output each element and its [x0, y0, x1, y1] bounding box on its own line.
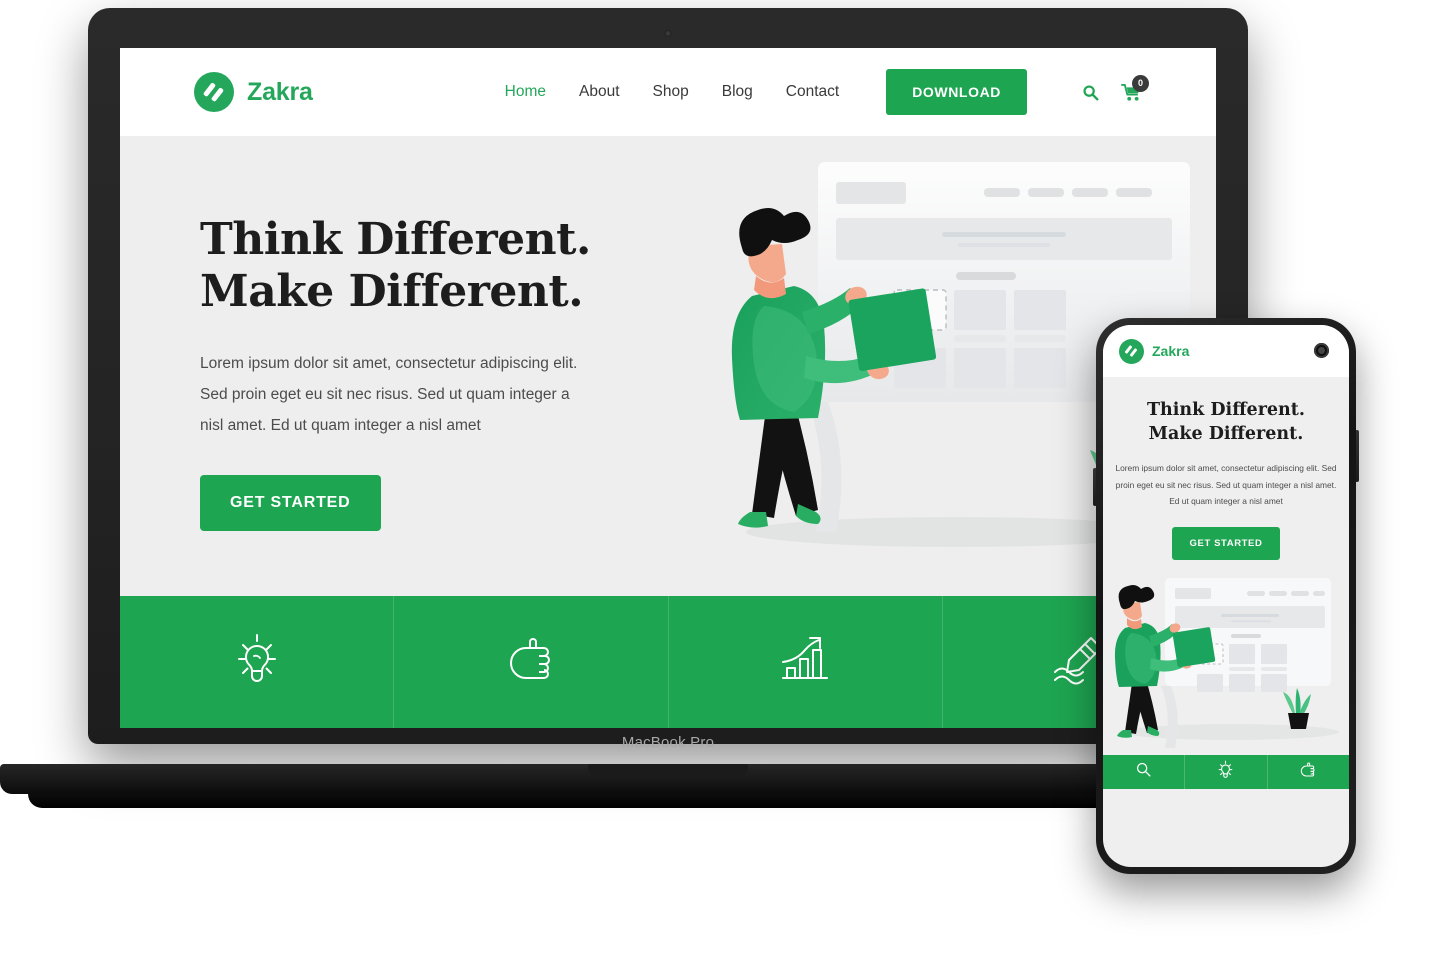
- feature-item-thumbs-up[interactable]: [394, 596, 669, 728]
- primary-nav: Home About Shop Blog Contact DOWNLOAD 0: [505, 69, 1149, 115]
- phone-body: Zakra Think Different. Make Different. L…: [1096, 318, 1356, 874]
- laptop-device: Zakra Home About Shop Blog Contact DOWNL…: [0, 8, 1336, 808]
- hero-paragraph: Lorem ipsum dolor sit amet, consectetur …: [200, 354, 578, 434]
- phone-hero-title-line1: Think Different.: [1147, 400, 1305, 420]
- mockup-stage: Zakra Home About Shop Blog Contact DOWNL…: [0, 0, 1440, 960]
- phone-hero: Think Different. Make Different. Lorem i…: [1103, 377, 1349, 561]
- phone-get-started-button[interactable]: GET STARTED: [1171, 527, 1281, 561]
- nav-link-home[interactable]: Home: [505, 83, 546, 101]
- hero-section: Think Different. Make Different. Lorem i…: [120, 136, 1216, 596]
- laptop-screen: Zakra Home About Shop Blog Contact DOWNL…: [120, 48, 1216, 728]
- feature-item-growth-chart[interactable]: [669, 596, 943, 728]
- brand-name: Zakra: [247, 77, 313, 106]
- laptop-lid: Zakra Home About Shop Blog Contact DOWNL…: [88, 8, 1248, 744]
- phone-navbar: Zakra: [1103, 325, 1349, 377]
- nav-link-blog[interactable]: Blog: [722, 83, 753, 101]
- phone-device: Zakra Think Different. Make Different. L…: [1093, 318, 1359, 874]
- phone-brand-name: Zakra: [1152, 343, 1190, 359]
- hero-title-line2: Make Different.: [200, 265, 584, 317]
- nav-link-shop[interactable]: Shop: [653, 83, 689, 101]
- nav-icon-group: 0: [1082, 74, 1149, 102]
- search-icon[interactable]: [1082, 84, 1099, 101]
- feature-item-lightbulb[interactable]: [120, 596, 395, 728]
- phone-hero-illustration: [1103, 560, 1349, 756]
- hero-title-line1: Think Different.: [200, 214, 591, 265]
- feature-icon-strip: [120, 596, 1216, 728]
- phone-camera-icon: [1314, 343, 1329, 358]
- thumbs-up-icon: [1299, 760, 1317, 785]
- laptop-base-notch: [588, 764, 748, 777]
- site-navbar: Zakra Home About Shop Blog Contact DOWNL…: [120, 48, 1216, 136]
- nav-link-contact[interactable]: Contact: [786, 83, 839, 101]
- laptop-camera-icon: [664, 30, 672, 37]
- phone-feature-lightbulb[interactable]: [1185, 755, 1268, 790]
- cart-count-badge: 0: [1132, 74, 1149, 92]
- lightbulb-icon: [1216, 760, 1235, 785]
- get-started-button[interactable]: GET STARTED: [200, 474, 381, 531]
- hero-copy: Think Different. Make Different. Lorem i…: [200, 214, 620, 531]
- phone-feature-search[interactable]: [1103, 755, 1186, 790]
- brand-logo[interactable]: Zakra: [194, 72, 313, 112]
- search-icon: [1135, 761, 1152, 783]
- phone-screen: Zakra Think Different. Make Different. L…: [1103, 325, 1349, 867]
- zakra-z-logo-icon: [194, 72, 234, 112]
- website-desktop: Zakra Home About Shop Blog Contact DOWNL…: [120, 48, 1216, 728]
- phone-hero-title: Think Different. Make Different.: [1115, 399, 1337, 446]
- nav-link-about[interactable]: About: [579, 83, 620, 101]
- hero-title: Think Different. Make Different.: [200, 214, 620, 318]
- zakra-z-logo-icon: [1119, 338, 1144, 364]
- download-button[interactable]: DOWNLOAD: [886, 69, 1027, 115]
- laptop-model-label: MacBook Pro: [621, 734, 715, 751]
- phone-hero-paragraph: Lorem ipsum dolor sit amet, consectetur …: [1115, 463, 1337, 507]
- phone-bottom-icon-bar: [1103, 755, 1349, 790]
- shopping-cart-icon[interactable]: 0: [1121, 74, 1149, 102]
- growth-chart-icon: [777, 632, 833, 693]
- lightbulb-icon: [230, 632, 284, 693]
- thumbs-up-icon: [504, 632, 558, 693]
- phone-hero-title-line2: Make Different.: [1148, 423, 1304, 444]
- phone-feature-thumbs-up[interactable]: [1268, 755, 1349, 789]
